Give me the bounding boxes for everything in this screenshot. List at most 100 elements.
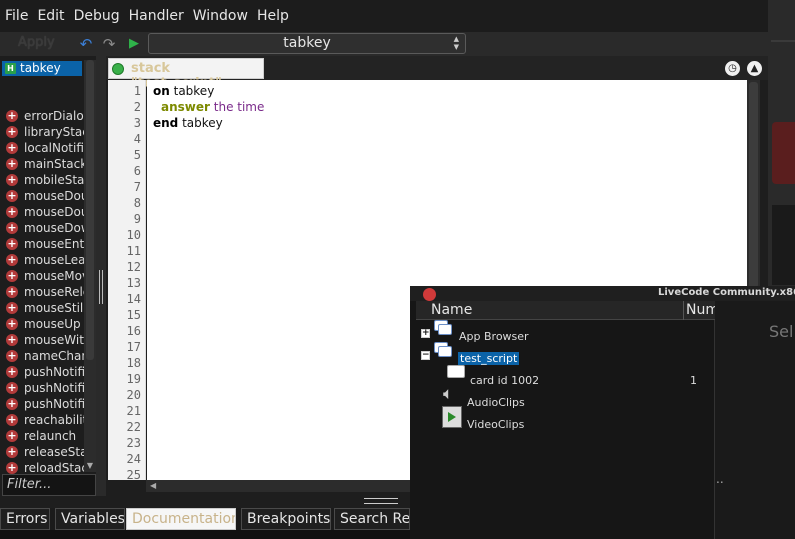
editor-tab-test-script[interactable]: stack "test_script" bbox=[108, 58, 264, 91]
redo-icon[interactable]: ↷ bbox=[101, 36, 117, 52]
add-icon[interactable]: + bbox=[6, 206, 18, 218]
add-icon[interactable]: + bbox=[6, 398, 18, 410]
line-number: 2 bbox=[133, 100, 141, 114]
add-icon[interactable]: + bbox=[6, 318, 18, 330]
filter-input[interactable]: Filter... bbox=[2, 474, 96, 496]
list-item[interactable]: +libraryStack bbox=[0, 124, 84, 140]
add-icon[interactable]: + bbox=[6, 462, 18, 474]
tree-item-audio-clips[interactable]: AudioClips bbox=[467, 396, 525, 409]
column-divider[interactable] bbox=[683, 301, 684, 320]
list-item[interactable]: +mouseMove bbox=[0, 268, 84, 284]
add-icon[interactable]: + bbox=[6, 350, 18, 362]
list-item[interactable]: +pushNotification bbox=[0, 396, 84, 412]
tree-item-video-clips[interactable]: VideoClips bbox=[467, 418, 524, 431]
tab-variables[interactable]: Variables bbox=[55, 508, 125, 530]
undo-icon[interactable]: ↶ bbox=[78, 36, 94, 52]
add-icon[interactable]: + bbox=[6, 286, 18, 298]
run-icon[interactable]: ▶ bbox=[126, 36, 142, 52]
menu-debug[interactable]: Debug bbox=[73, 8, 121, 24]
list-item[interactable]: +mouseWithin bbox=[0, 332, 84, 348]
list-item[interactable]: +localNotification bbox=[0, 140, 84, 156]
list-item[interactable]: +mouseLeave bbox=[0, 252, 84, 268]
add-icon[interactable]: + bbox=[6, 270, 18, 282]
scroll-left-icon[interactable]: ◀ bbox=[150, 480, 156, 492]
code-line[interactable]: on tabkey bbox=[153, 84, 214, 98]
handler-select[interactable]: tabkey ▲ ▼ bbox=[148, 33, 466, 54]
list-item[interactable]: + relaunch bbox=[0, 428, 84, 444]
tree-item-app-browser[interactable]: App Browser bbox=[459, 330, 529, 343]
add-icon[interactable]: + bbox=[6, 254, 18, 266]
code-handler-name: tabkey bbox=[169, 84, 215, 98]
add-icon[interactable]: + bbox=[6, 446, 18, 458]
line-number: 9 bbox=[133, 212, 141, 226]
menu-window[interactable]: Window bbox=[192, 8, 249, 24]
list-item[interactable]: +mainStackChanged bbox=[0, 156, 84, 172]
collapse-icon[interactable]: − bbox=[421, 351, 430, 360]
handler-list-scrollbar[interactable]: ▼ bbox=[84, 60, 96, 472]
close-icon[interactable] bbox=[423, 288, 436, 301]
list-item[interactable]: +mouseDown bbox=[0, 220, 84, 236]
tree-item-test-script[interactable]: test_script bbox=[458, 352, 520, 365]
list-item[interactable]: +releaseStack bbox=[0, 444, 84, 460]
expand-icon[interactable]: + bbox=[421, 329, 430, 338]
list-item[interactable]: +mobileStart bbox=[0, 172, 84, 188]
add-icon[interactable]: + bbox=[6, 222, 18, 234]
video-icon bbox=[442, 406, 462, 428]
add-icon[interactable]: + bbox=[6, 366, 18, 378]
menu-handler[interactable]: Handler bbox=[128, 8, 185, 24]
code-line[interactable]: end tabkey bbox=[153, 116, 223, 130]
splitter-grip-icon[interactable] bbox=[99, 270, 103, 304]
code-command: answer bbox=[161, 100, 210, 114]
scrollbar-thumb[interactable] bbox=[749, 82, 758, 288]
add-icon[interactable]: + bbox=[6, 190, 18, 202]
tab-search-results[interactable]: Search Results bbox=[334, 508, 410, 530]
add-icon[interactable]: + bbox=[6, 302, 18, 314]
tab-errors[interactable]: Errors bbox=[0, 508, 50, 530]
menu-file[interactable]: File bbox=[4, 8, 29, 24]
list-item[interactable]: +pushNotification bbox=[0, 380, 84, 396]
list-item[interactable]: + mouseUp bbox=[0, 316, 84, 332]
list-item[interactable]: +mouseDoubleDown bbox=[0, 188, 84, 204]
menu-help[interactable]: Help bbox=[256, 8, 290, 24]
code-line[interactable]: answer the time bbox=[161, 100, 264, 114]
list-item[interactable]: +mouseStillDown bbox=[0, 300, 84, 316]
tree-item-card[interactable]: card id 1002 bbox=[470, 374, 539, 387]
speaker-icon: 🔈︎ bbox=[443, 384, 454, 404]
panel-splitter[interactable] bbox=[96, 56, 106, 496]
add-icon[interactable]: + bbox=[6, 142, 18, 154]
pane-resize-grip-icon[interactable] bbox=[364, 498, 398, 504]
list-item[interactable]: +errorDialog bbox=[0, 108, 84, 124]
list-item[interactable]: +nameChanged bbox=[0, 348, 84, 364]
add-icon[interactable]: + bbox=[6, 158, 18, 170]
apply-button[interactable]: Apply bbox=[18, 35, 55, 50]
tree-item-card-num: 1 bbox=[690, 374, 697, 387]
line-number: 21 bbox=[126, 404, 141, 418]
add-icon[interactable]: + bbox=[6, 414, 18, 426]
line-number: 22 bbox=[126, 420, 141, 434]
list-item[interactable]: +pushNotification bbox=[0, 364, 84, 380]
add-icon[interactable]: + bbox=[6, 382, 18, 394]
add-icon[interactable]: + bbox=[6, 174, 18, 186]
list-item[interactable]: +mouseEnter bbox=[0, 236, 84, 252]
add-icon[interactable]: + bbox=[6, 430, 18, 442]
line-number: 12 bbox=[126, 260, 141, 274]
list-item[interactable]: +reloadStack bbox=[0, 460, 84, 474]
add-icon[interactable]: + bbox=[6, 238, 18, 250]
tab-documentation[interactable]: Documentation bbox=[126, 508, 236, 530]
list-item[interactable]: +mouseDoubleUp bbox=[0, 204, 84, 220]
add-icon[interactable]: + bbox=[6, 334, 18, 346]
menu-edit[interactable]: Edit bbox=[36, 8, 65, 24]
add-icon[interactable]: + bbox=[6, 126, 18, 138]
scroll-down-icon[interactable]: ▼ bbox=[84, 460, 96, 472]
column-header-name[interactable]: Name bbox=[431, 302, 472, 318]
clock-icon[interactable]: ◷ bbox=[725, 61, 740, 76]
code-keyword: on bbox=[153, 84, 170, 98]
tab-breakpoints[interactable]: Breakpoints bbox=[241, 508, 331, 530]
list-item[interactable]: +reachability bbox=[0, 412, 84, 428]
add-icon[interactable]: + bbox=[6, 110, 18, 122]
handler-item-selected[interactable]: H tabkey bbox=[2, 61, 82, 76]
scrollbar-thumb[interactable] bbox=[86, 60, 94, 360]
line-number: 5 bbox=[133, 148, 141, 162]
list-item[interactable]: +mouseRelease bbox=[0, 284, 84, 300]
collapse-up-icon[interactable]: ▲ bbox=[747, 61, 762, 76]
